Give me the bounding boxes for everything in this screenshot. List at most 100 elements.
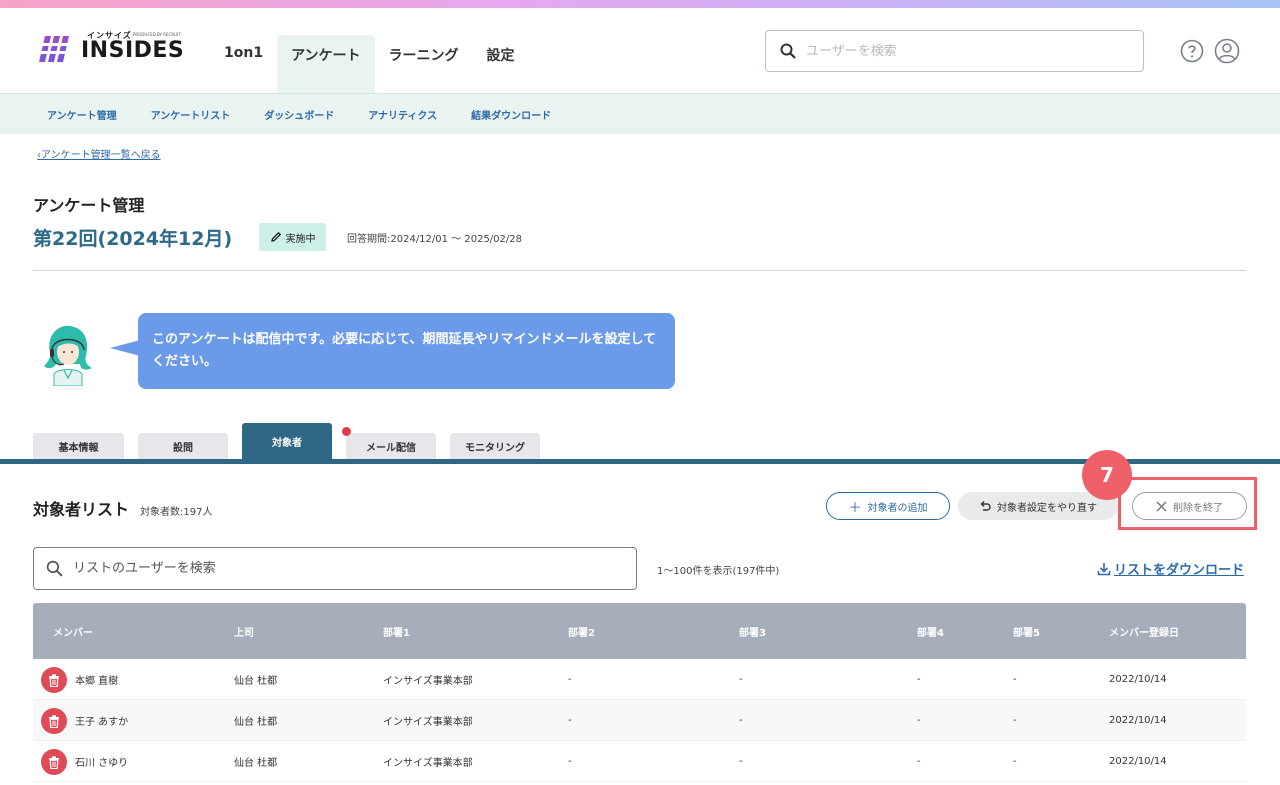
- trash-icon: [49, 673, 59, 687]
- back-link-label: アンケート管理一覧へ戻る: [41, 150, 161, 161]
- user-search: [765, 30, 1144, 72]
- trash-icon: [49, 755, 59, 769]
- tab-monitoring[interactable]: モニタリング: [450, 433, 540, 460]
- top-gradient-bar: [0, 0, 1280, 8]
- tab-questions[interactable]: 設問: [138, 433, 228, 460]
- delete-member-button[interactable]: [41, 749, 67, 775]
- trash-icon: [49, 714, 59, 728]
- balloon-tail: [110, 340, 140, 356]
- target-table: メンバー 上司 部署1 部署2 部署3 部署4 部署5 メンバー登録日 本郷 直…: [33, 603, 1246, 782]
- subnav-survey-admin[interactable]: アンケート管理: [47, 107, 117, 122]
- subnav-dashboard[interactable]: ダッシュボード: [264, 107, 334, 122]
- list-search-input[interactable]: [73, 561, 613, 576]
- search-icon: [780, 43, 796, 59]
- download-list-link[interactable]: リストをダウンロード: [1097, 559, 1244, 578]
- cell-dept1: インサイズ事業本部: [383, 675, 473, 687]
- cell-member: 王子 あすか: [75, 716, 129, 728]
- col-manager[interactable]: 上司: [234, 624, 254, 639]
- nav-settings[interactable]: 設定: [473, 35, 529, 93]
- table-row: 石川 さゆり 仙台 杜都 インサイズ事業本部 - - - - 2022/10/1…: [33, 741, 1246, 782]
- cell-dept1: インサイズ事業本部: [383, 716, 473, 728]
- cell-registered-date: 2022/10/14: [1109, 673, 1167, 685]
- back-link[interactable]: ‹アンケート管理一覧へ戻る: [37, 146, 161, 161]
- tab-mail-delivery[interactable]: メール配信: [342, 427, 436, 460]
- nav-1on1[interactable]: 1on1: [210, 35, 277, 93]
- col-dept3[interactable]: 部署3: [739, 624, 766, 639]
- user-account-icon[interactable]: [1214, 38, 1240, 64]
- status-label: 実施中: [285, 233, 316, 245]
- survey-title: 第22回(2024年12月): [33, 228, 233, 250]
- user-search-input[interactable]: [806, 43, 1126, 59]
- tab-basic-info[interactable]: 基本情報: [33, 433, 124, 460]
- nav-learning[interactable]: ラーニング: [375, 35, 473, 93]
- page-title: アンケート管理: [33, 196, 145, 215]
- status-badge: 実施中: [259, 223, 326, 251]
- support-avatar-icon: [44, 325, 92, 386]
- list-search: [33, 547, 637, 590]
- cell-dept5: -: [1013, 673, 1017, 685]
- download-list-label: リストをダウンロード: [1114, 563, 1245, 578]
- search-icon: [46, 560, 63, 577]
- pencil-icon: [270, 231, 281, 242]
- cell-member: 石川 さゆり: [75, 757, 129, 769]
- reset-targets-label: 対象者設定をやり直す: [997, 502, 1097, 514]
- table-row: 王子 あすか 仙台 杜都 インサイズ事業本部 - - - - 2022/10/1…: [33, 700, 1246, 741]
- subnav-result-download[interactable]: 結果ダウンロード: [471, 107, 551, 122]
- subnav-analytics[interactable]: アナリティクス: [368, 107, 437, 122]
- cell-dept5: -: [1013, 714, 1017, 726]
- nav-survey[interactable]: アンケート: [277, 35, 375, 93]
- cell-dept3: -: [739, 755, 743, 767]
- cell-dept3: -: [739, 714, 743, 726]
- col-dept5[interactable]: 部署5: [1013, 624, 1040, 639]
- col-registered-date[interactable]: メンバー登録日: [1109, 624, 1179, 639]
- sub-nav: アンケート管理 アンケートリスト ダッシュボード アナリティクス 結果ダウンロー…: [0, 93, 1280, 134]
- cell-member: 本郷 直樹: [75, 675, 119, 687]
- add-target-label: 対象者の追加: [867, 502, 928, 514]
- cell-manager: 仙台 杜都: [234, 675, 278, 687]
- delete-member-button[interactable]: [41, 708, 67, 734]
- cell-dept4: -: [917, 755, 921, 767]
- col-dept1[interactable]: 部署1: [383, 624, 410, 639]
- list-title: 対象者リスト: [33, 500, 130, 519]
- cell-dept4: -: [917, 714, 921, 726]
- cell-manager: 仙台 杜都: [234, 757, 278, 769]
- cell-dept4: -: [917, 673, 921, 685]
- col-dept4[interactable]: 部署4: [917, 624, 944, 639]
- tab-mail-delivery-label: メール配信: [366, 443, 416, 454]
- cell-dept2: -: [568, 755, 572, 767]
- undo-icon: [980, 501, 991, 511]
- cell-registered-date: 2022/10/14: [1109, 714, 1167, 726]
- notification-dot: [342, 427, 351, 436]
- table-header: メンバー 上司 部署1 部署2 部署3 部署4 部署5 メンバー登録日: [33, 603, 1246, 659]
- table-row: 本郷 直樹 仙台 杜都 インサイズ事業本部 - - - - 2022/10/14: [33, 659, 1246, 700]
- cell-dept2: -: [568, 673, 572, 685]
- tab-targets[interactable]: 対象者: [242, 423, 332, 460]
- info-balloon: このアンケートは配信中です。必要に応じて、期間延長やリマインドメールを設定してく…: [138, 313, 675, 389]
- subnav-survey-list[interactable]: アンケートリスト: [151, 107, 231, 122]
- survey-tabs: 基本情報 設問 対象者 メール配信 モニタリング: [33, 423, 554, 460]
- step-badge: 7: [1082, 450, 1132, 500]
- display-count: 1〜100件を表示(197件中): [657, 566, 780, 577]
- delete-member-button[interactable]: [41, 667, 67, 693]
- help-icon[interactable]: [1180, 39, 1204, 63]
- answer-period: 回答期間:2024/12/01 〜 2025/02/28: [347, 234, 522, 245]
- col-member[interactable]: メンバー: [53, 624, 93, 639]
- logo-mark-icon: [37, 36, 75, 62]
- download-icon: [1097, 562, 1111, 575]
- logo-kana: インサイズ: [87, 31, 132, 40]
- app-header: インサイズ PRODUCED BY RECRUIT INSIDES 1on1 ア…: [0, 8, 1280, 93]
- plus-icon: ＋: [848, 500, 862, 516]
- divider: [33, 270, 1246, 271]
- logo-sub: PRODUCED BY RECRUIT: [133, 32, 181, 37]
- col-dept2[interactable]: 部署2: [568, 624, 595, 639]
- main-nav: 1on1 アンケート ラーニング 設定: [210, 35, 529, 93]
- insides-logo[interactable]: インサイズ PRODUCED BY RECRUIT INSIDES: [37, 30, 184, 64]
- cell-dept2: -: [568, 714, 572, 726]
- cell-registered-date: 2022/10/14: [1109, 755, 1167, 767]
- cell-dept3: -: [739, 673, 743, 685]
- cell-dept1: インサイズ事業本部: [383, 757, 473, 769]
- annotation-highlight: [1118, 477, 1257, 530]
- cell-dept5: -: [1013, 755, 1017, 767]
- target-count: 対象者数:197人: [140, 507, 213, 518]
- add-target-button[interactable]: ＋ 対象者の追加: [826, 492, 950, 520]
